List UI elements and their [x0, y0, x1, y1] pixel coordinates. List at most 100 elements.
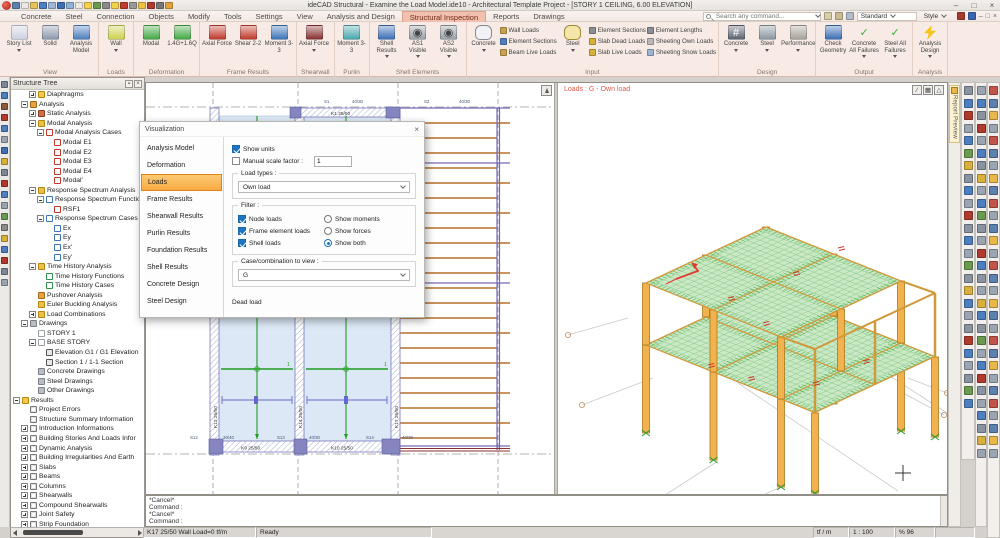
ribbon-button-steel[interactable]: Steel	[752, 23, 782, 52]
tree-item-story-1[interactable]: STORY 1	[11, 329, 144, 339]
ribbon-small-sheeting-own-loads[interactable]: Sheeting Own Loads	[647, 37, 716, 46]
menu-tab-connection[interactable]: Connection	[90, 11, 142, 22]
tree-item-building-irregularities-and-earth[interactable]: Building Irregularities And Earth	[11, 453, 144, 463]
colC-toolbar-icon-9[interactable]	[989, 199, 998, 208]
show-both-radio[interactable]	[324, 239, 332, 247]
north-arrow-icon[interactable]	[541, 85, 552, 96]
colC-toolbar-icon-4[interactable]	[989, 136, 998, 145]
left-toolbar-icon-15[interactable]	[1, 246, 8, 253]
quick-access-icon-1[interactable]	[21, 2, 29, 9]
ribbon-button-1-4g-1-6q[interactable]: 1.4G+1.6Q	[167, 23, 197, 48]
quick-access-icon-13[interactable]	[129, 2, 137, 9]
tree-item-concrete-drawings[interactable]: Concrete Drawings	[11, 367, 144, 377]
ribbon-small-slab-dead-loads[interactable]: Slab Dead Loads	[589, 37, 646, 46]
left-toolbar-icon-5[interactable]	[1, 136, 8, 143]
ribbon-button-shear-2-2[interactable]: Shear 2-2	[233, 23, 263, 48]
tree-item-columns[interactable]: Columns	[11, 481, 144, 491]
menu-tab-objects[interactable]: Objects	[142, 11, 181, 22]
minimize-icon[interactable]: –	[950, 1, 962, 10]
colC-toolbar-icon-20[interactable]	[989, 336, 998, 345]
command-scrollbar[interactable]	[940, 496, 947, 526]
dialog-title-bar[interactable]: Visualization ×	[140, 122, 424, 136]
colA-toolbar-icon-8[interactable]	[964, 186, 973, 195]
colB-toolbar-icon-12[interactable]	[977, 236, 986, 245]
colB-toolbar-icon-5[interactable]	[977, 149, 986, 158]
quick-access-icon-11[interactable]	[111, 2, 119, 9]
dialog-nav-foundation-results[interactable]: Foundation Results	[141, 242, 222, 259]
help-icon[interactable]	[968, 12, 976, 20]
colB-toolbar-icon-16[interactable]	[977, 286, 986, 295]
expander-minus-icon[interactable]	[29, 339, 36, 346]
colA-toolbar-icon-12[interactable]	[964, 236, 973, 245]
left-toolbar-icon-13[interactable]	[1, 224, 8, 231]
colC-toolbar-icon-26[interactable]	[989, 411, 998, 420]
left-toolbar-icon-16[interactable]	[1, 257, 8, 264]
colA-toolbar-icon-14[interactable]	[964, 261, 973, 270]
north-view-icon[interactable]: △	[934, 85, 944, 95]
open-report-icon[interactable]	[824, 12, 832, 20]
colB-toolbar-icon-1[interactable]	[977, 99, 986, 108]
colB-toolbar-icon-2[interactable]	[977, 111, 986, 120]
tree-item-ex[interactable]: Ex'	[11, 243, 144, 253]
colC-toolbar-icon-29[interactable]	[989, 449, 998, 458]
manual-scale-checkbox[interactable]	[232, 157, 240, 165]
ribbon-button-axial-force[interactable]: Axial Force	[299, 23, 329, 52]
colC-toolbar-icon-7[interactable]	[989, 174, 998, 183]
colA-toolbar-icon-20[interactable]	[964, 336, 973, 345]
left-toolbar-icon-12[interactable]	[1, 213, 8, 220]
colC-toolbar-icon-6[interactable]	[989, 161, 998, 170]
load-types-combo[interactable]: Own load	[238, 181, 410, 193]
grid-view-icon[interactable]: ▦	[923, 85, 933, 95]
expander-plus-icon[interactable]	[21, 473, 28, 480]
tree-item-results[interactable]: Results	[11, 396, 144, 406]
expander-minus-icon[interactable]	[37, 129, 44, 136]
colA-toolbar-icon-13[interactable]	[964, 249, 973, 258]
status-unit[interactable]: tf / m	[813, 527, 849, 538]
expander-plus-icon[interactable]	[21, 464, 28, 471]
menu-tab-analysis-and-design[interactable]: Analysis and Design	[320, 11, 402, 22]
doc-minimize-icon[interactable]: –	[979, 13, 983, 20]
colC-toolbar-icon-2[interactable]	[989, 111, 998, 120]
colB-toolbar-icon-27[interactable]	[977, 424, 986, 433]
colC-toolbar-icon-1[interactable]	[989, 99, 998, 108]
colB-toolbar-icon-7[interactable]	[977, 174, 986, 183]
colB-toolbar-icon-0[interactable]	[977, 86, 986, 95]
tree-item-time-history-cases[interactable]: Time History Cases	[11, 281, 144, 291]
colB-toolbar-icon-9[interactable]	[977, 199, 986, 208]
tree-item-introduction-informations[interactable]: Introduction Informations	[11, 424, 144, 434]
quick-access-icon-6[interactable]	[66, 2, 74, 9]
colB-toolbar-icon-15[interactable]	[977, 274, 986, 283]
quick-access-icon-14[interactable]	[138, 2, 146, 9]
scroll-left-icon[interactable]	[13, 530, 17, 536]
ribbon-button-analysis-model[interactable]: Analysis Model	[66, 23, 96, 54]
colA-toolbar-icon-7[interactable]	[964, 174, 973, 183]
dialog-nav-frame-results[interactable]: Frame Results	[141, 191, 222, 208]
menu-tab-structural-inspection[interactable]: Structural Inspection	[402, 11, 486, 22]
colC-toolbar-icon-8[interactable]	[989, 186, 998, 195]
dialog-nav-analysis-model[interactable]: Analysis Model	[141, 140, 222, 157]
ribbon-button-analysis-design[interactable]: Analysis Design	[915, 23, 945, 58]
colC-toolbar-icon-17[interactable]	[989, 299, 998, 308]
colB-toolbar-icon-14[interactable]	[977, 261, 986, 270]
status-zoom[interactable]: % 96	[895, 527, 935, 538]
colA-toolbar-icon-11[interactable]	[964, 224, 973, 233]
expander-plus-icon[interactable]	[21, 511, 28, 518]
record-icon[interactable]	[957, 12, 965, 20]
case-combo[interactable]: G	[238, 269, 410, 281]
quick-access-icon-15[interactable]	[147, 2, 155, 9]
quick-access-icon-7[interactable]	[75, 2, 83, 9]
tree-item-base-story[interactable]: BASE STORY	[11, 338, 144, 348]
colA-toolbar-icon-1[interactable]	[964, 99, 973, 108]
tree-item-modal-analysis-cases[interactable]: Modal Analysis Cases	[11, 128, 144, 138]
quick-access-icon-10[interactable]	[102, 2, 110, 9]
quick-access-icon-0[interactable]	[12, 2, 20, 9]
ribbon-button-modal[interactable]: Modal	[136, 23, 166, 48]
dialog-nav-shell-results[interactable]: Shell Results	[141, 259, 222, 276]
status-scale[interactable]: 1 : 100	[849, 527, 895, 538]
tree-item-modal-e1[interactable]: Modal E1	[11, 138, 144, 148]
expander-plus-icon[interactable]	[29, 91, 36, 98]
dialog-nav-loads[interactable]: Loads	[141, 174, 222, 191]
quick-access-icon-9[interactable]	[93, 2, 101, 9]
ribbon-small-sheeting-snow-loads[interactable]: Sheeting Snow Loads	[647, 48, 716, 57]
colA-toolbar-icon-25[interactable]	[964, 399, 973, 408]
